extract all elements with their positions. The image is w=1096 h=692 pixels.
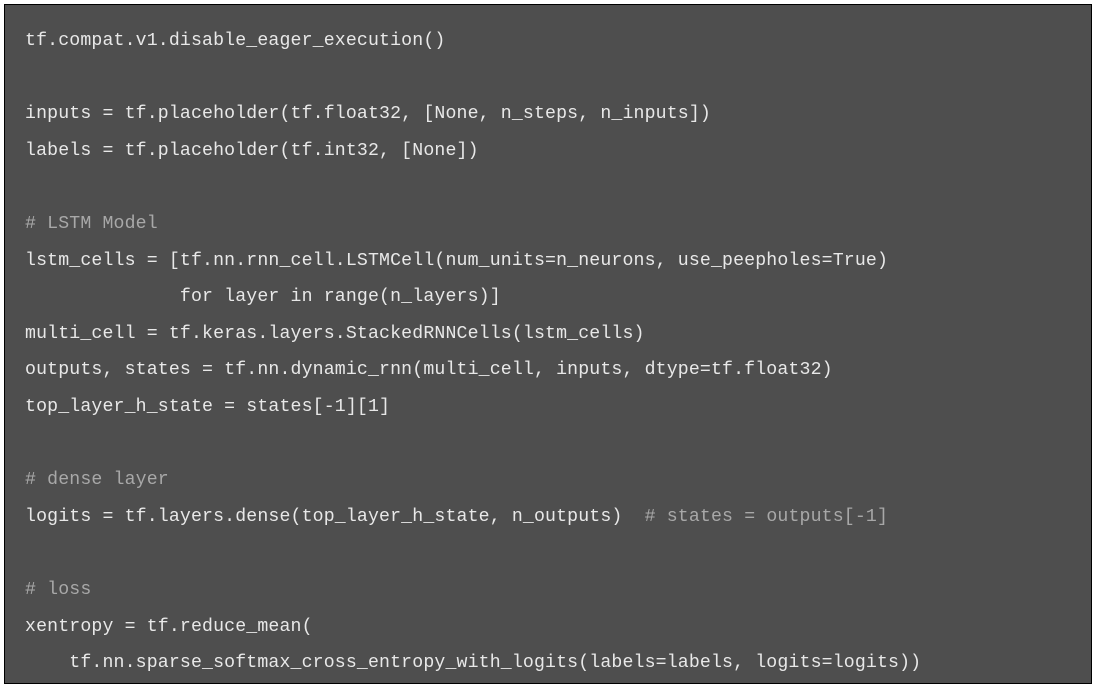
code-line: for layer in range(n_layers)] [25,279,1071,316]
code-inline-comment: # states = outputs[-1] [645,507,888,527]
code-block: tf.compat.v1.disable_eager_execution() i… [4,4,1092,684]
code-comment: # dense layer [25,462,1071,499]
code-line-blank [25,60,1071,97]
code-line: tf.compat.v1.disable_eager_execution() [25,23,1071,60]
code-line-blank [25,426,1071,463]
code-line: logits = tf.layers.dense(top_layer_h_sta… [25,499,1071,536]
code-comment: # loss [25,572,1071,609]
code-line: inputs = tf.placeholder(tf.float32, [Non… [25,96,1071,133]
code-line: multi_cell = tf.keras.layers.StackedRNNC… [25,316,1071,353]
code-line: outputs, states = tf.nn.dynamic_rnn(mult… [25,352,1071,389]
code-line: labels = tf.placeholder(tf.int32, [None]… [25,133,1071,170]
code-line: xentropy = tf.reduce_mean( [25,609,1071,646]
code-line: lstm_cells = [tf.nn.rnn_cell.LSTMCell(nu… [25,243,1071,280]
code-line: tf.nn.sparse_softmax_cross_entropy_with_… [25,645,1071,682]
code-line: top_layer_h_state = states[-1][1] [25,389,1071,426]
code-comment: # LSTM Model [25,206,1071,243]
code-line-blank [25,169,1071,206]
code-text: logits = tf.layers.dense(top_layer_h_sta… [25,507,645,527]
code-line-blank [25,535,1071,572]
